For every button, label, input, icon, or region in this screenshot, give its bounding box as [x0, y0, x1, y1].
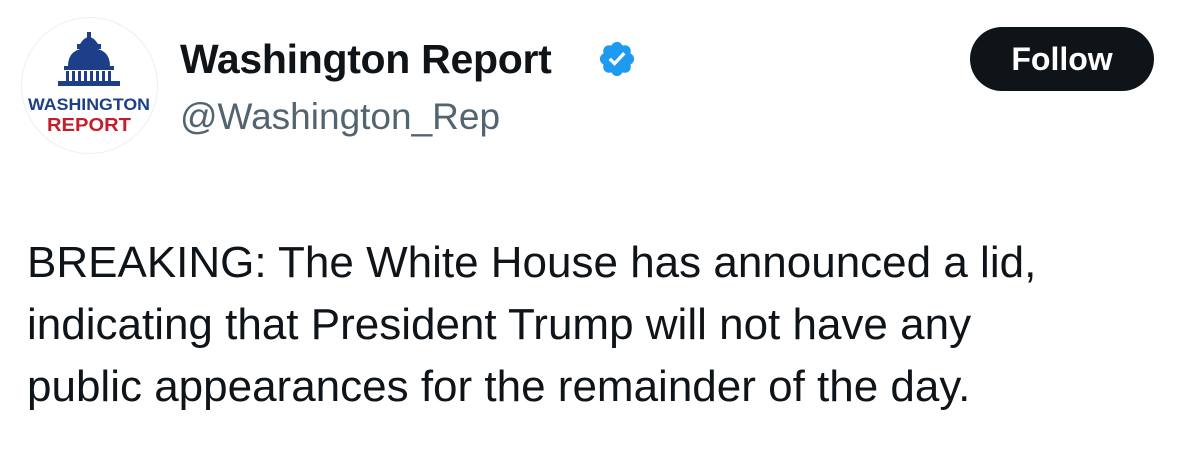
tweet-card: WASHINGTON REPORT Washington Report @Was… — [0, 0, 1200, 475]
avatar-logo-line2: REPORT — [47, 115, 131, 135]
tweet-text-line: public appearances for the remainder of … — [27, 362, 971, 411]
verified-badge-icon — [599, 41, 635, 77]
capitol-dome-logo-icon: WASHINGTON REPORT — [28, 32, 150, 135]
tweet-text: BREAKING: The White House has announced … — [27, 232, 1187, 418]
avatar[interactable]: WASHINGTON REPORT — [22, 18, 157, 153]
display-name[interactable]: Washington Report — [180, 34, 552, 84]
account-handle[interactable]: @Washington_Rep — [180, 93, 500, 141]
follow-button[interactable]: Follow — [970, 27, 1154, 91]
tweet-text-line: BREAKING: The White House has announced … — [27, 238, 1037, 287]
avatar-logo-line1: WASHINGTON — [28, 95, 150, 114]
tweet-text-line: indicating that President Trump will not… — [27, 300, 972, 349]
